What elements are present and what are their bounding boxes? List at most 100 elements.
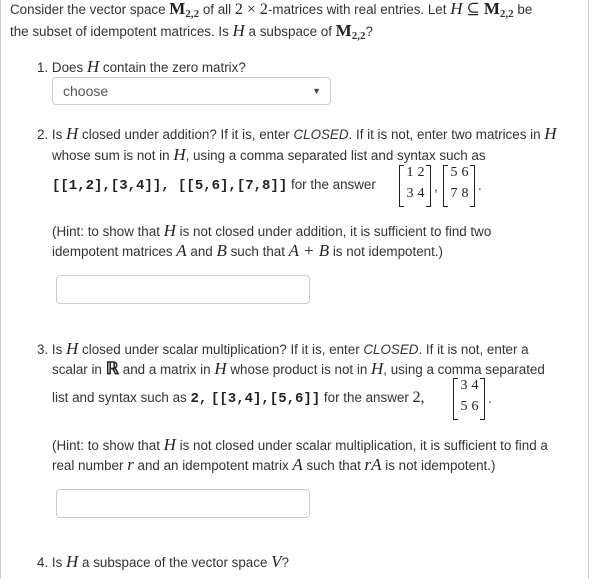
hint-text: is not closed under addition, it is suff…	[175, 224, 492, 239]
question-text: Is	[51, 342, 67, 357]
question-3-line-2: scalar in ℝ and a matrix in H whose prod…	[52, 359, 545, 380]
syntax-example: 2,	[190, 391, 208, 407]
math-reals: ℝ	[105, 359, 120, 378]
math-sum: A + B	[288, 241, 330, 260]
question-4: 4. Is H a subspace of the vector space V…	[37, 552, 289, 573]
question-text: Is	[51, 127, 67, 142]
question-text: for the answer	[287, 177, 376, 192]
matrix-entry: 5	[450, 165, 458, 180]
question-text: scalar in	[52, 362, 106, 377]
math-A: A	[292, 455, 303, 474]
example-matrix-3: 3 4 5 6	[453, 378, 485, 420]
matrix-entry: 7	[450, 186, 458, 201]
question-text: , using a comma separated list and synta…	[185, 148, 486, 163]
question-2-line-2: whose sum is not in H, using a comma sep…	[52, 145, 486, 166]
question-text: , using a comma separated	[383, 362, 545, 377]
question-text: . If it is not, enter a	[418, 342, 529, 357]
example-matrix-1: 1 2 3 4	[399, 165, 431, 207]
question-number: 3.	[37, 342, 49, 357]
matrix-entry: 3	[406, 186, 414, 201]
intro-text: of all	[199, 2, 235, 17]
intro-text: ?	[365, 24, 373, 39]
question-text: whose sum is not in	[52, 148, 174, 163]
question-1: 1. Does H contain the zero matrix?	[37, 57, 246, 78]
matrix-entry: 4	[471, 378, 479, 393]
question-2-hint-line-1: (Hint: to show that H is not closed unde…	[52, 221, 491, 242]
math-M: M	[169, 0, 186, 18]
math-H: H	[66, 339, 79, 358]
period: .	[478, 178, 482, 193]
matrix-entry: 2	[417, 165, 425, 180]
hint-text: idempotent matrices	[52, 244, 177, 259]
matrix-entry: 8	[461, 186, 469, 201]
question-text: ?	[281, 555, 289, 570]
matrix-entry: 6	[471, 399, 479, 414]
math-dimension: 2 × 2	[234, 1, 268, 18]
syntax-example: [[1,2],[3,4]], [[5,6],[7,8]]	[52, 178, 288, 194]
matrix-entry: 6	[461, 165, 469, 180]
question-text: closed under addition? If it is, enter	[78, 127, 294, 142]
question-text: list and syntax such as	[52, 390, 191, 405]
question-3-hint-line-1: (Hint: to show that H is not closed unde…	[52, 435, 548, 456]
example-matrix-2: 5 6 7 8	[443, 165, 475, 207]
intro-text: Consider the vector space	[10, 2, 170, 17]
math-H: H	[450, 0, 463, 18]
matrix-entry: 3	[460, 378, 468, 393]
math-r: r	[127, 455, 134, 474]
scalar-answer-input[interactable]	[56, 489, 310, 518]
question-number: 1.	[37, 60, 49, 75]
question-3-line-3: list and syntax such as 2, [[3,4],[5,6]]…	[52, 388, 425, 409]
math-H: H	[66, 552, 79, 571]
syntax-example: [[3,4],[5,6]]	[210, 391, 321, 407]
question-text: whose product is not in	[226, 362, 372, 377]
math-rA: rA	[364, 455, 382, 474]
intro-line-2: the subset of idempotent matrices. Is H …	[10, 21, 373, 46]
math-H: H	[214, 359, 227, 378]
math-A: A	[176, 241, 187, 260]
hint-text: (Hint: to show that	[52, 438, 164, 453]
math-H: H	[544, 124, 557, 143]
addition-answer-input[interactable]	[56, 275, 310, 304]
closed-keyword: CLOSED	[293, 127, 349, 142]
math-H: H	[163, 435, 176, 454]
question-text: contain the zero matrix?	[99, 60, 246, 75]
hint-text: is not closed under scalar multiplicatio…	[175, 438, 548, 453]
zero-matrix-select[interactable]: choose ▼	[52, 77, 331, 105]
matrix-entry: 5	[460, 399, 468, 414]
math-M-subscript: 2,2	[351, 30, 366, 42]
math-H: H	[371, 359, 384, 378]
math-H: H	[163, 221, 176, 240]
math-V: V	[271, 552, 282, 571]
comma: ,	[434, 178, 438, 194]
hint-text: such that	[302, 458, 365, 473]
matrix-entry: 4	[417, 186, 425, 201]
math-B: B	[216, 241, 227, 260]
question-text: Does	[51, 60, 87, 75]
math-scalar: 2,	[412, 389, 425, 406]
math-H: H	[232, 21, 245, 40]
intro-text: be	[513, 2, 533, 17]
problem-panel: Consider the vector space M2,2 of all 2 …	[0, 0, 589, 579]
hint-text: and	[186, 244, 217, 259]
hint-text: such that	[226, 244, 289, 259]
question-3-hint-line-2: real number r and an idempotent matrix A…	[52, 455, 495, 476]
hint-text: real number	[52, 458, 128, 473]
question-number: 4.	[37, 555, 49, 570]
math-M: M	[483, 0, 500, 18]
intro-text: the subset of idempotent matrices. Is	[10, 24, 233, 39]
math-subset: ⊆	[462, 1, 484, 18]
closed-keyword: CLOSED	[363, 342, 419, 357]
hint-text: (Hint: to show that	[52, 224, 164, 239]
math-M: M	[335, 21, 352, 40]
math-H: H	[66, 124, 79, 143]
period: .	[488, 391, 492, 406]
hint-text: and an idempotent matrix	[133, 458, 293, 473]
hint-text: is not idempotent.)	[381, 458, 496, 473]
select-value: choose	[63, 83, 109, 99]
math-H: H	[86, 57, 100, 76]
question-3: 3. Is H closed under scalar multiplicati…	[37, 339, 529, 360]
chevron-down-icon: ▼	[312, 86, 321, 96]
question-2-line-3: [[1,2],[3,4]], [[5,6],[7,8]] for the ans…	[52, 175, 376, 196]
question-text: a subspace of the vector space	[78, 555, 272, 570]
question-text: closed under scalar multiplication? If i…	[78, 342, 364, 357]
